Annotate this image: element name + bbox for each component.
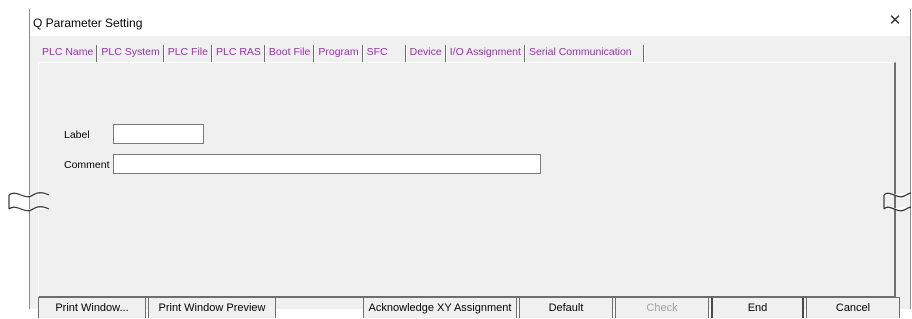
tab-device[interactable]: Device xyxy=(406,44,446,64)
tab-program[interactable]: Program xyxy=(314,44,363,64)
label-input[interactable] xyxy=(113,124,204,144)
tab-plc-ras[interactable]: PLC RAS xyxy=(212,44,265,64)
default-button[interactable]: Default xyxy=(519,297,613,318)
tab-boot-file[interactable]: Boot File xyxy=(265,44,315,64)
window-title: Q Parameter Setting xyxy=(33,16,143,30)
tab-strip: PLC Name PLC System PLC File PLC RAS Boo… xyxy=(38,44,644,64)
tab-plc-file[interactable]: PLC File xyxy=(164,44,213,64)
tab-serial-communication[interactable]: Serial Communication xyxy=(525,44,644,64)
check-button: Check xyxy=(615,297,709,318)
cancel-button[interactable]: Cancel xyxy=(806,297,900,318)
end-button[interactable]: End xyxy=(711,297,804,318)
tab-plc-name[interactable]: PLC Name xyxy=(38,44,98,64)
tab-plc-system[interactable]: PLC System xyxy=(97,44,165,64)
comment-input[interactable] xyxy=(113,154,541,174)
comment-caption: Comment xyxy=(64,159,110,171)
tab-sfc[interactable]: SFC xyxy=(363,44,406,64)
tab-io-assignment[interactable]: I/O Assignment xyxy=(446,44,526,64)
left-break-icon xyxy=(8,192,50,212)
close-icon[interactable]: ✕ xyxy=(888,13,902,29)
tab-panel: Label Comment xyxy=(38,62,896,298)
print-window-preview-button[interactable]: Print Window Preview xyxy=(148,297,276,318)
acknowledge-xy-assignment-button[interactable]: Acknowledge XY Assignment xyxy=(363,297,517,318)
right-break-icon xyxy=(883,192,912,212)
label-caption: Label xyxy=(64,129,90,141)
print-window-button[interactable]: Print Window... xyxy=(38,297,146,318)
title-bar: Q Parameter Setting ✕ xyxy=(30,9,910,36)
parameter-dialog: Q Parameter Setting ✕ PLC Name PLC Syste… xyxy=(29,9,911,318)
